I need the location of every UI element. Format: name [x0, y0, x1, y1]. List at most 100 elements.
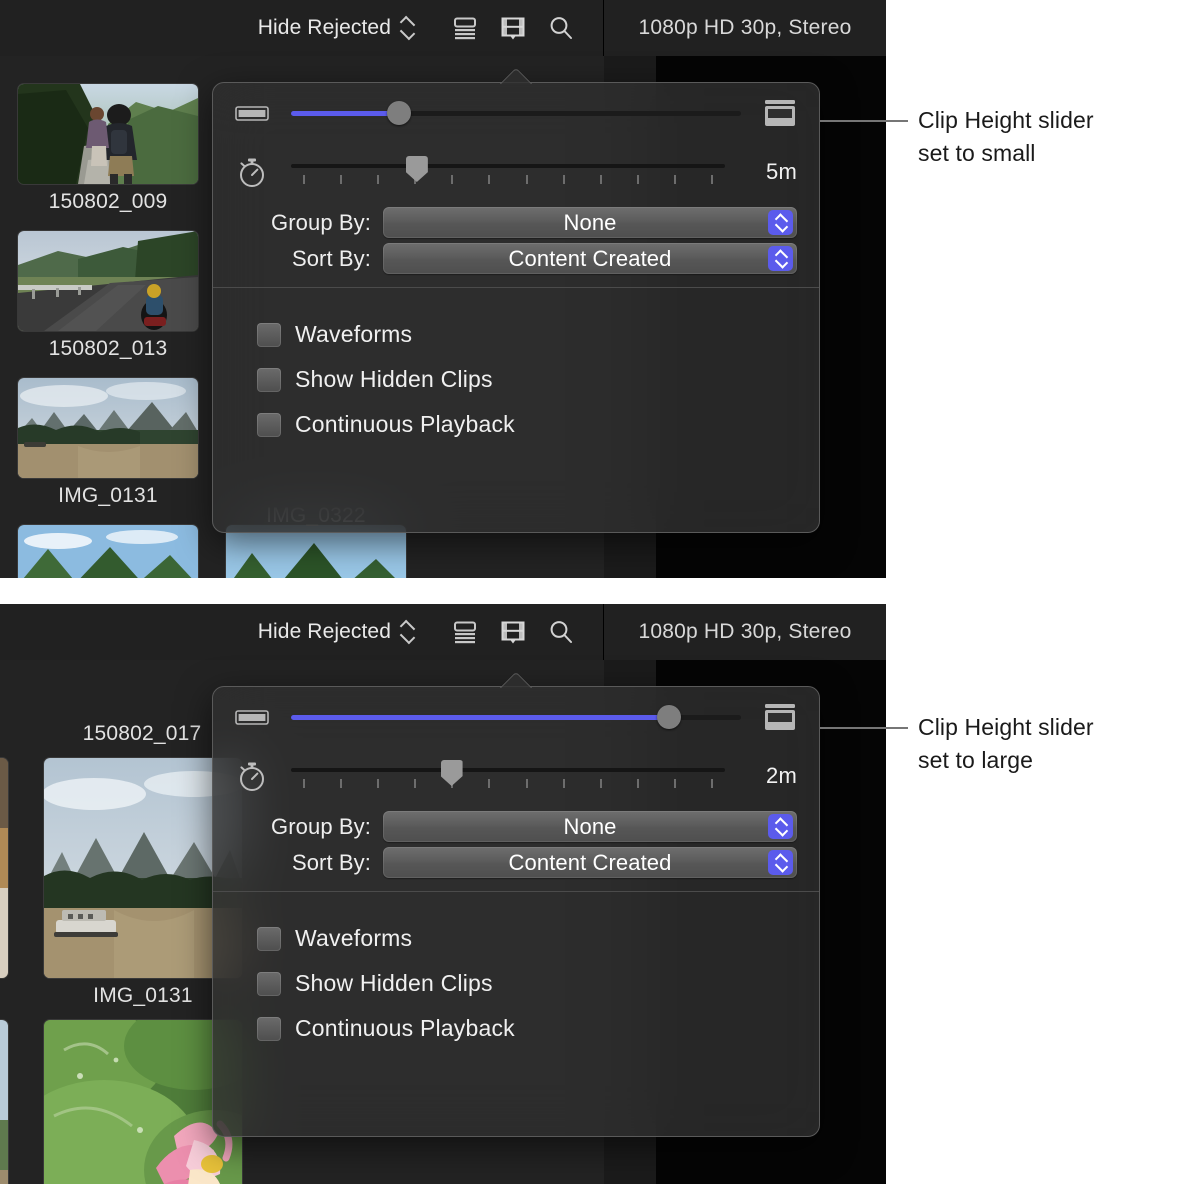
- chevron-up-down-icon[interactable]: [768, 246, 793, 271]
- waveforms-row[interactable]: Waveforms: [235, 312, 797, 357]
- duration-value: 5m: [745, 159, 797, 185]
- show-hidden-clips-row[interactable]: Show Hidden Clips: [235, 357, 797, 402]
- list-view-button[interactable]: [441, 8, 489, 48]
- show-hidden-clips-checkbox[interactable]: [257, 368, 281, 392]
- group-by-row: Group By: None: [235, 805, 797, 848]
- popover-options-section: Waveforms Show Hidden Clips Continuous P…: [213, 288, 819, 473]
- clip-item[interactable]: 150802_013: [18, 231, 198, 361]
- slider-track: [291, 164, 725, 168]
- continuous-playback-checkbox[interactable]: [257, 1017, 281, 1041]
- duration-slider[interactable]: [291, 759, 725, 793]
- waveforms-row[interactable]: Waveforms: [235, 916, 797, 961]
- waveforms-label: Waveforms: [295, 925, 412, 952]
- chevron-up-down-icon[interactable]: [768, 850, 793, 875]
- callout-line-1: Clip Height slider: [918, 711, 1168, 744]
- callout-line-2: set to small: [918, 137, 1168, 170]
- sort-by-popup[interactable]: Content Created: [383, 243, 797, 274]
- search-button[interactable]: [537, 8, 585, 48]
- show-hidden-clips-label: Show Hidden Clips: [295, 970, 493, 997]
- slider-ticks: [291, 175, 725, 185]
- resolution-label: 1080p HD 30p, Stereo: [639, 620, 852, 644]
- continuous-playback-label: Continuous Playback: [295, 411, 515, 438]
- clip-item[interactable]: [18, 525, 198, 578]
- clip-height-slider[interactable]: [291, 101, 741, 125]
- clip-appearance-popover[interactable]: 5m Group By: None Sort By: Content Creat…: [212, 82, 820, 533]
- sort-by-value: Content Created: [509, 850, 672, 876]
- chevron-up-down-icon[interactable]: [768, 210, 793, 235]
- waveforms-checkbox[interactable]: [257, 323, 281, 347]
- filmstrip-icon: [500, 620, 526, 644]
- clip-height-row: [235, 83, 797, 143]
- group-by-popup[interactable]: None: [383, 811, 797, 842]
- show-hidden-clips-row[interactable]: Show Hidden Clips: [235, 961, 797, 1006]
- show-hidden-clips-checkbox[interactable]: [257, 972, 281, 996]
- clip-label: 150802_013: [18, 337, 198, 361]
- clip-item[interactable]: [0, 1020, 8, 1184]
- group-by-label: Group By:: [235, 210, 383, 236]
- duration-row: 2m: [235, 747, 797, 805]
- waveforms-label: Waveforms: [295, 321, 412, 348]
- continuous-playback-label: Continuous Playback: [295, 1015, 515, 1042]
- group-by-row: Group By: None: [235, 201, 797, 244]
- toolbar-left-group: Hide Rejected: [0, 604, 604, 660]
- toolbar-right-group: 1080p HD 30p, Stereo: [604, 604, 886, 660]
- slider-track: [291, 768, 725, 772]
- toolbar: Hide Rejected: [0, 604, 886, 660]
- clip-height-row: [235, 687, 797, 747]
- chevron-up-down-icon[interactable]: [768, 814, 793, 839]
- continuous-playback-checkbox[interactable]: [257, 413, 281, 437]
- slider-knob[interactable]: [657, 705, 681, 729]
- clip-item[interactable]: IMG_0131: [18, 378, 198, 508]
- clip-thumbnail[interactable]: [18, 378, 198, 478]
- chevron-up-down-icon[interactable]: [400, 620, 413, 644]
- clip-thumbnail[interactable]: [18, 525, 198, 578]
- group-by-label: Group By:: [235, 814, 383, 840]
- clip-appearance-button[interactable]: [489, 8, 537, 48]
- toolbar-right-group: 1080p HD 30p, Stereo: [604, 0, 886, 56]
- clip-item[interactable]: [0, 758, 8, 978]
- continuous-playback-row[interactable]: Continuous Playback: [235, 1006, 797, 1051]
- sort-by-row: Sort By: Content Created: [235, 848, 797, 891]
- show-hidden-clips-label: Show Hidden Clips: [295, 366, 493, 393]
- group-by-popup[interactable]: None: [383, 207, 797, 238]
- callout-line-2: set to large: [918, 744, 1168, 777]
- sort-by-label: Sort By:: [235, 246, 383, 272]
- continuous-playback-row[interactable]: Continuous Playback: [235, 402, 797, 447]
- duration-slider[interactable]: [291, 155, 725, 189]
- clip-height-slider[interactable]: [291, 705, 741, 729]
- callout-line-1: Clip Height slider: [918, 104, 1168, 137]
- sort-by-value: Content Created: [509, 246, 672, 272]
- search-button[interactable]: [537, 612, 585, 652]
- popover-options-section: Waveforms Show Hidden Clips Continuous P…: [213, 892, 819, 1077]
- clip-item[interactable]: 150802_009: [18, 84, 198, 214]
- clip-thumbnail[interactable]: [18, 231, 198, 331]
- chevron-up-down-icon[interactable]: [400, 16, 413, 40]
- content-area: 150802_009: [0, 56, 886, 578]
- search-icon: [548, 15, 574, 41]
- waveforms-checkbox[interactable]: [257, 927, 281, 951]
- sort-by-popup[interactable]: Content Created: [383, 847, 797, 878]
- hide-rejected-control[interactable]: Hide Rejected: [258, 16, 413, 40]
- slider-fill: [291, 715, 669, 720]
- clip-thumbnail[interactable]: [0, 758, 8, 978]
- list-view-icon: [452, 620, 478, 644]
- sort-by-row: Sort By: Content Created: [235, 244, 797, 287]
- clip-appearance-popover[interactable]: 2m Group By: None Sort By: Content Creat…: [212, 686, 820, 1137]
- callout-leader-line: [820, 727, 908, 729]
- duration-row: 5m: [235, 143, 797, 201]
- duration-value: 2m: [745, 763, 797, 789]
- search-icon: [548, 619, 574, 645]
- small-clip-height-icon: [235, 103, 269, 123]
- clip-thumbnail[interactable]: [0, 1020, 8, 1184]
- clip-appearance-button[interactable]: [489, 612, 537, 652]
- list-view-button[interactable]: [441, 612, 489, 652]
- large-clip-height-icon: [763, 703, 797, 731]
- filmstrip-icon: [500, 16, 526, 40]
- clip-label: IMG_0131: [18, 484, 198, 508]
- slider-knob[interactable]: [387, 101, 411, 125]
- popover-sliders-section: 5m Group By: None Sort By: Content Creat…: [213, 83, 819, 287]
- clip-thumbnail[interactable]: [18, 84, 198, 184]
- hide-rejected-control[interactable]: Hide Rejected: [258, 620, 413, 644]
- callout-small: Clip Height slider set to small: [918, 104, 1168, 170]
- group-by-value: None: [564, 210, 617, 236]
